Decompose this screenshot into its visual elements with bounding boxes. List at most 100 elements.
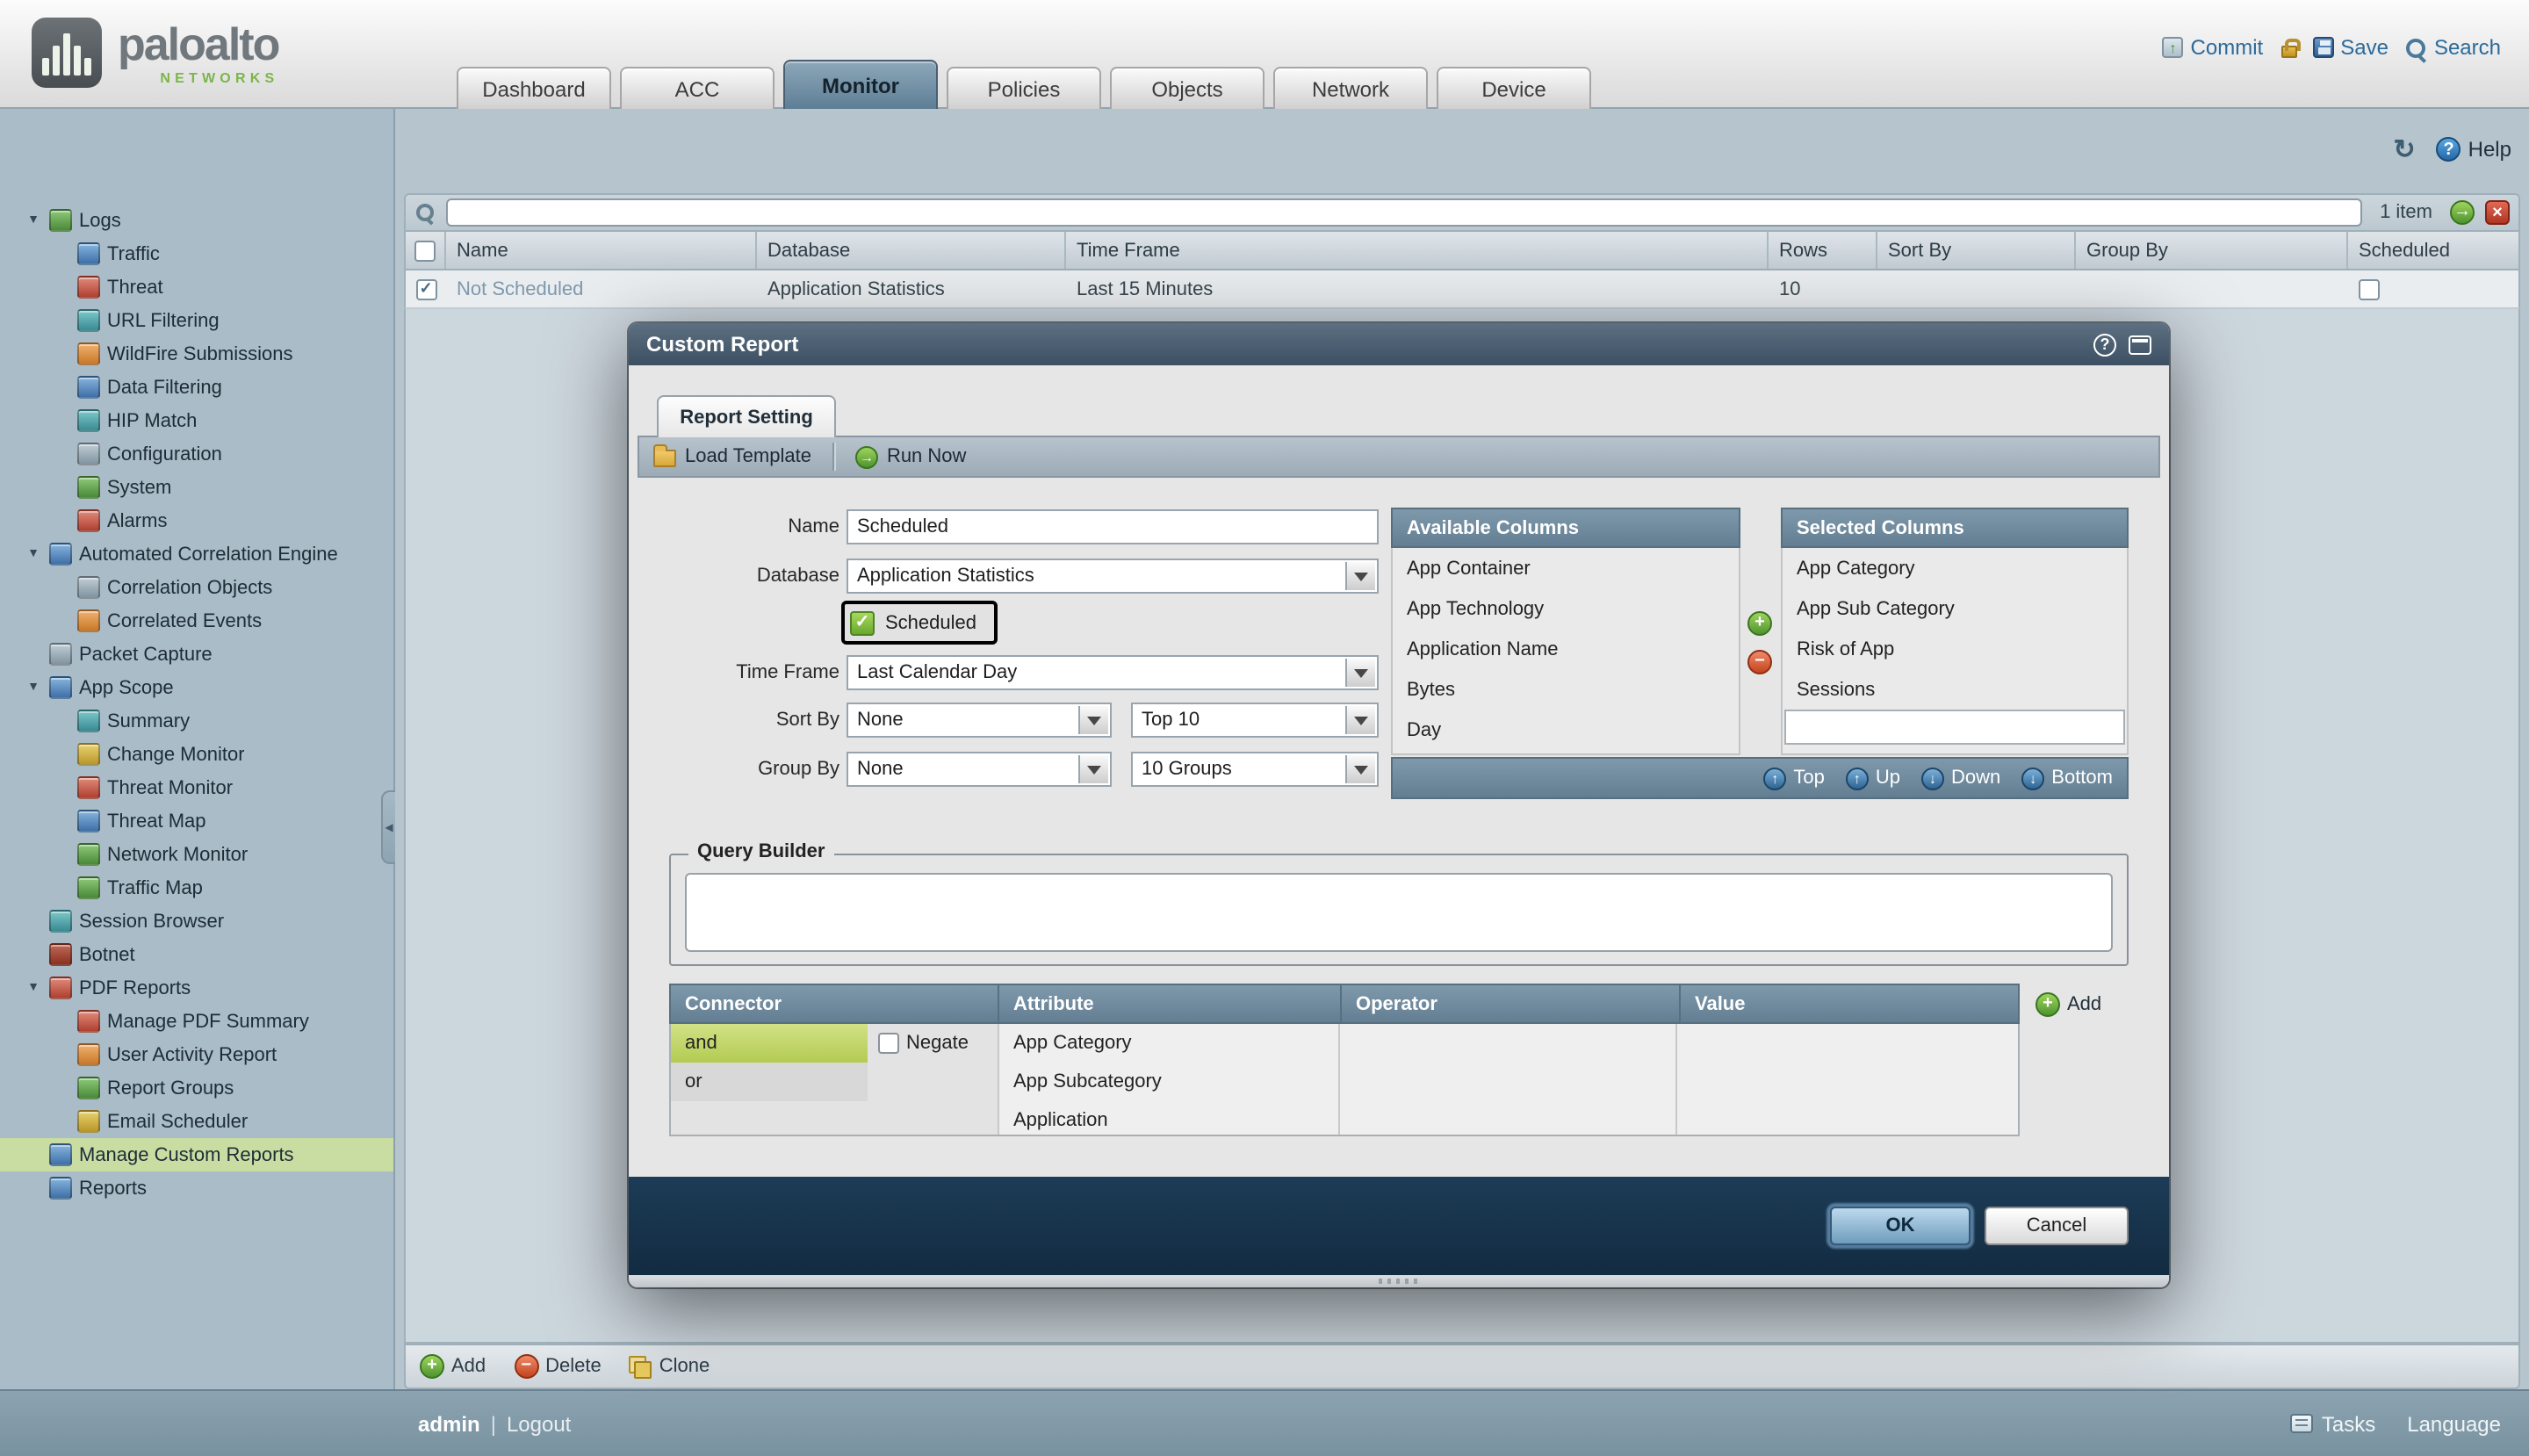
sidebar-item-email-scheduler[interactable]: Email Scheduler	[0, 1105, 393, 1138]
dialog-help-icon[interactable]: ?	[2093, 333, 2116, 356]
remove-column-button[interactable]: −	[1747, 650, 1772, 674]
apply-filter-button[interactable]: →	[2450, 200, 2475, 225]
add-condition-button[interactable]: + Add	[2035, 992, 2101, 1017]
sidebar-item-logs[interactable]: ▼Logs	[0, 204, 393, 237]
sidebar-item-threat-monitor[interactable]: Threat Monitor	[0, 771, 393, 804]
sidebar-item-pdf-reports[interactable]: ▼PDF Reports	[0, 971, 393, 1005]
list-item[interactable]: Sessions	[1783, 669, 2127, 710]
dialog-title-bar[interactable]: Custom Report ?	[629, 323, 2169, 365]
help-button[interactable]: ? Help	[2437, 137, 2511, 162]
sidebar-item-user-activity-report[interactable]: User Activity Report	[0, 1038, 393, 1071]
expander-icon[interactable]: ▼	[25, 548, 42, 560]
sidebar-item-change-monitor[interactable]: Change Monitor	[0, 738, 393, 771]
expander-icon[interactable]: ▼	[25, 214, 42, 227]
list-item[interactable]: App Technology	[1393, 588, 1739, 629]
column-header-database[interactable]: Database	[757, 232, 1066, 269]
sidebar-item-traffic-map[interactable]: Traffic Map	[0, 871, 393, 905]
add-column-button[interactable]: +	[1747, 611, 1772, 636]
sidebar-item-summary[interactable]: Summary	[0, 704, 393, 738]
row-scheduled-checkbox[interactable]	[2359, 278, 2380, 299]
list-item[interactable]: App Sub Category	[1783, 588, 2127, 629]
tab-network[interactable]: Network	[1273, 67, 1428, 109]
filter-input[interactable]	[446, 198, 2362, 227]
chevron-down-icon[interactable]	[1345, 659, 1375, 687]
scheduled-checkbox-group[interactable]: ✓ Scheduled	[841, 601, 998, 645]
chevron-down-icon[interactable]	[1345, 755, 1375, 783]
tab-objects[interactable]: Objects	[1110, 67, 1264, 109]
chevron-down-icon[interactable]	[1078, 755, 1108, 783]
list-item[interactable]: Bytes	[1393, 669, 1739, 710]
sidebar-item-correlated-events[interactable]: Correlated Events	[0, 604, 393, 638]
connector-option-and[interactable]: and	[671, 1024, 868, 1063]
negate-checkbox-group[interactable]: Negate	[868, 1033, 969, 1054]
sidebar-item-reports[interactable]: Reports	[0, 1171, 393, 1205]
move-top-button[interactable]: ↑ Top	[1763, 767, 1825, 789]
sidebar-item-traffic[interactable]: Traffic	[0, 237, 393, 270]
selected-columns-edit-row[interactable]	[1784, 710, 2125, 745]
column-header-scheduled[interactable]: Scheduled	[2348, 232, 2518, 269]
scheduled-checkbox[interactable]: ✓	[850, 610, 875, 635]
negate-checkbox[interactable]	[878, 1033, 899, 1054]
search-button[interactable]: Search	[2404, 35, 2501, 60]
sidebar-item-manage-custom-reports[interactable]: Manage Custom Reports	[0, 1138, 393, 1171]
connector-option-or[interactable]: or	[671, 1063, 868, 1101]
time-frame-select[interactable]: Last Calendar Day	[847, 655, 1379, 690]
sidebar-item-threat-map[interactable]: Threat Map	[0, 804, 393, 838]
refresh-icon[interactable]: ↻	[2393, 133, 2415, 165]
chevron-down-icon[interactable]	[1078, 706, 1108, 734]
database-select[interactable]: Application Statistics	[847, 559, 1379, 594]
groups-count-select[interactable]: 10 Groups	[1131, 752, 1379, 787]
sidebar-item-automated-correlation-engine[interactable]: ▼Automated Correlation Engine	[0, 537, 393, 571]
tab-device[interactable]: Device	[1437, 67, 1591, 109]
sidebar-item-network-monitor[interactable]: Network Monitor	[0, 838, 393, 871]
language-button[interactable]: Language	[2407, 1411, 2501, 1436]
select-all-checkbox[interactable]	[414, 240, 436, 261]
move-bottom-button[interactable]: ↓ Bottom	[2021, 767, 2113, 789]
column-header-group-by[interactable]: Group By	[2076, 232, 2348, 269]
column-header-rows[interactable]: Rows	[1769, 232, 1877, 269]
sidebar-item-configuration[interactable]: Configuration	[0, 437, 393, 471]
sidebar-item-app-scope[interactable]: ▼App Scope	[0, 671, 393, 704]
add-report-button[interactable]: + Add	[420, 1354, 486, 1379]
sidebar-item-system[interactable]: System	[0, 471, 393, 504]
sidebar-item-correlation-objects[interactable]: Correlation Objects	[0, 571, 393, 604]
list-item[interactable]: Application Name	[1393, 629, 1739, 669]
attribute-option[interactable]: App Category	[999, 1024, 1338, 1063]
run-now-button[interactable]: → Run Now	[855, 445, 967, 468]
move-down-button[interactable]: ↓ Down	[1921, 767, 2000, 789]
list-item[interactable]: App Container	[1393, 548, 1739, 588]
ok-button[interactable]: OK	[1830, 1207, 1971, 1245]
clone-report-button[interactable]: Clone	[630, 1355, 710, 1378]
sidebar-item-threat[interactable]: Threat	[0, 270, 393, 304]
tab-acc[interactable]: ACC	[620, 67, 775, 109]
list-item[interactable]: Day	[1393, 710, 1739, 750]
tab-dashboard[interactable]: Dashboard	[457, 67, 611, 109]
attribute-option[interactable]: Application	[999, 1101, 1338, 1136]
clear-filter-button[interactable]: ×	[2485, 200, 2510, 225]
tab-policies[interactable]: Policies	[947, 67, 1101, 109]
logout-link[interactable]: Logout	[507, 1411, 571, 1436]
list-item[interactable]: Risk of App	[1783, 629, 2127, 669]
expander-icon[interactable]: ▼	[25, 982, 42, 994]
sidebar-item-packet-capture[interactable]: Packet Capture	[0, 638, 393, 671]
name-input[interactable]	[847, 509, 1379, 544]
sidebar-collapse-handle[interactable]: ◀	[381, 790, 395, 864]
row-name-link[interactable]: Not Scheduled	[446, 270, 757, 307]
group-by-select[interactable]: None	[847, 752, 1112, 787]
sidebar-item-report-groups[interactable]: Report Groups	[0, 1071, 393, 1105]
save-button[interactable]: Save	[2312, 35, 2388, 60]
chevron-down-icon[interactable]	[1345, 562, 1375, 590]
sidebar-item-data-filtering[interactable]: Data Filtering	[0, 371, 393, 404]
move-up-button[interactable]: ↑ Up	[1846, 767, 1900, 789]
sidebar-item-url-filtering[interactable]: URL Filtering	[0, 304, 393, 337]
dialog-resize-grip[interactable]	[629, 1275, 2169, 1287]
tab-report-setting[interactable]: Report Setting	[657, 395, 836, 437]
column-header-name[interactable]: Name	[446, 232, 757, 269]
sidebar-item-hip-match[interactable]: HIP Match	[0, 404, 393, 437]
column-header-sort-by[interactable]: Sort By	[1877, 232, 2076, 269]
expander-icon[interactable]: ▼	[25, 681, 42, 694]
tasks-button[interactable]: Tasks	[2290, 1411, 2375, 1436]
column-header-time-frame[interactable]: Time Frame	[1066, 232, 1769, 269]
table-row[interactable]: ✓ Not Scheduled Application Statistics L…	[404, 270, 2520, 309]
cancel-button[interactable]: Cancel	[1985, 1207, 2129, 1245]
